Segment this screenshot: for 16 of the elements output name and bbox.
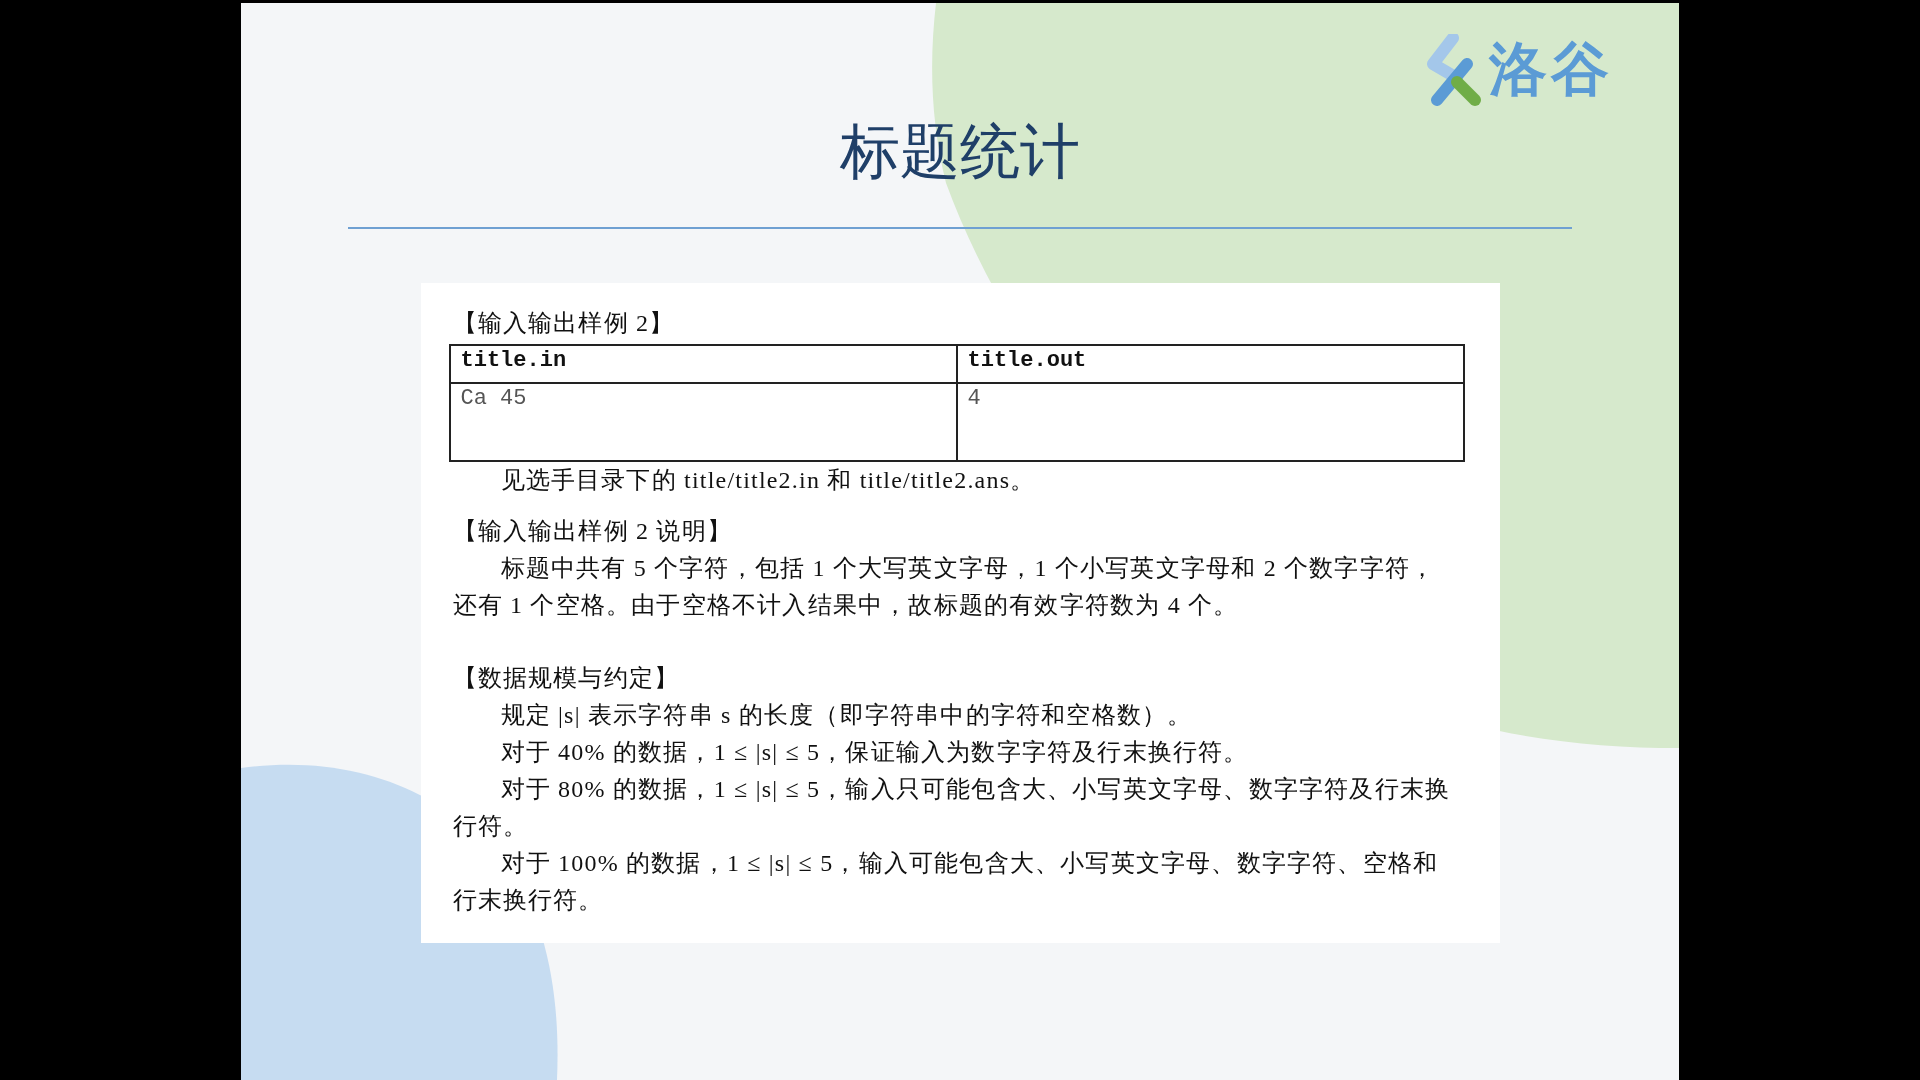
logo-text: 洛谷 [1489,34,1613,105]
table-cell: 4 [956,383,1464,461]
paragraph: 标题中共有 5 个字符，包括 1 个大写英文字母，1 个小写英文字母和 2 个数字字符，还有 1 个空格。由于空格不计入结果中，故标题的有效字符数为 4 个。 [452,554,1437,620]
table-header: title.out [956,345,1464,383]
paragraph: 对于 80% 的数据，1 ≤ |s| ≤ 5，输入只可能包含大、小写英文字母、数字字符及行末换行符。 [452,775,1452,841]
slide-title: 标题统计 [840,121,1080,181]
table-header: title.in [449,345,957,383]
paragraph: 对于 100% 的数据，1 ≤ |s| ≤ 5，输入可能包含大、小写英文字母、数字字符、空格和行末换行符。 [452,849,1440,915]
paragraph: 对于 40% 的数据，1 ≤ |s| ≤ 5，保证输入为数字字符及行末换行符。 [499,738,1250,767]
section-heading: 【输入输出样例 2 说明】 [452,517,734,546]
paragraph: 规定 |s| 表示字符串 s 的长度（即字符串中的字符和空格数）。 [499,701,1194,730]
table-cell: Ca 45 [449,383,957,461]
section-heading: 【数据规模与约定】 [452,664,681,693]
section-heading: 【输入输出样例 2】 [452,309,676,338]
paragraph: 见选手目录下的 title/title2.in 和 title/title2.ans。 [499,466,1037,495]
logo-icon [1427,34,1483,106]
